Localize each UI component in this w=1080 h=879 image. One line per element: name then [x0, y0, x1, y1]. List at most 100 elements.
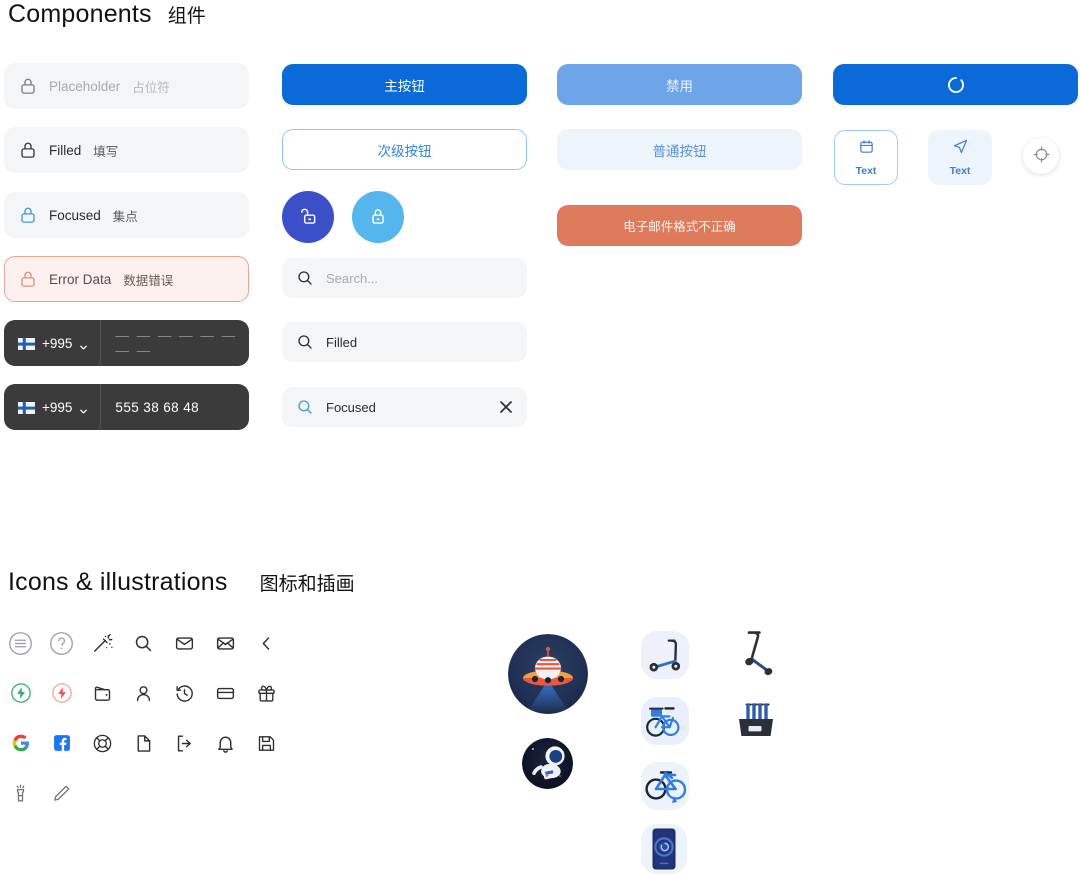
text-field-label-zh: 数据错误	[123, 273, 174, 288]
google-icon[interactable]	[0, 725, 41, 761]
search-field-focused[interactable]: Focused	[282, 387, 527, 427]
tile-button-send[interactable]: Text	[928, 130, 992, 185]
close-icon[interactable]	[499, 400, 513, 414]
finland-flag-icon	[18, 337, 35, 350]
lock-icon	[19, 77, 37, 95]
scooter-dock-illustration	[733, 700, 779, 740]
ufo-illustration	[508, 634, 588, 714]
primary-button[interactable]: 主按钮	[282, 64, 527, 105]
facebook-icon[interactable]	[41, 725, 82, 761]
icon-row	[0, 625, 287, 661]
wallet-icon[interactable]	[82, 675, 123, 711]
error-button[interactable]: 电子邮件格式不正确	[557, 205, 802, 246]
save-icon[interactable]	[246, 725, 287, 761]
text-field-error[interactable]: Error Data 数据错误	[4, 256, 249, 302]
phone-app-illustration	[641, 824, 687, 874]
bell-icon[interactable]	[205, 725, 246, 761]
search-icon	[296, 398, 314, 416]
text-field-label-zh: 集点	[112, 209, 138, 224]
magic-wand-icon[interactable]	[82, 625, 123, 661]
astronaut-illustration	[522, 738, 573, 789]
logout-icon[interactable]	[164, 725, 205, 761]
pencil-icon[interactable]	[41, 775, 82, 811]
components-section-title: Components 组件	[8, 0, 206, 29]
icons-section-title: Icons & illustrations 图标和插画	[8, 568, 355, 597]
country-code-value: +995	[42, 335, 73, 351]
history-icon[interactable]	[164, 675, 205, 711]
search-icon	[296, 333, 314, 351]
lock-icon	[19, 141, 37, 159]
calendar-icon	[858, 138, 875, 160]
text-field-label-zh: 填写	[93, 144, 119, 159]
phone-field-empty[interactable]: +995 — — — — — — — —	[4, 320, 249, 366]
search-field-filled[interactable]: Filled	[282, 322, 527, 362]
country-code-value: +995	[42, 399, 73, 415]
lock-icon	[368, 206, 388, 229]
search-icon[interactable]	[123, 625, 164, 661]
text-field-label-en: Error Data	[49, 271, 112, 287]
plain-button[interactable]: 普通按钮	[557, 129, 802, 170]
tile-button-label: Text	[949, 165, 971, 177]
search-field-placeholder[interactable]: Search...	[282, 258, 527, 298]
text-field-placeholder[interactable]: Placeholder 占位符	[4, 63, 249, 109]
document-icon[interactable]	[123, 725, 164, 761]
text-field-focused[interactable]: Focused 集点	[4, 192, 249, 238]
tile-button-calendar[interactable]: Text	[834, 130, 898, 185]
phone-field-filled[interactable]: +995 555 38 68 48	[4, 384, 249, 430]
scooter-tilted-illustration	[733, 628, 781, 684]
icon-row	[0, 725, 287, 761]
search-icon	[296, 269, 314, 287]
crosshair-icon	[1032, 145, 1051, 167]
lifebuoy-icon[interactable]	[82, 725, 123, 761]
loading-spinner-icon	[946, 75, 966, 95]
scooter-tile-illustration	[641, 631, 689, 679]
finland-flag-icon	[18, 401, 35, 414]
chevron-down-icon	[79, 403, 88, 414]
text-field-label-zh: 占位符	[132, 80, 170, 95]
card-icon[interactable]	[205, 675, 246, 711]
gift-icon[interactable]	[246, 675, 287, 711]
icons-title-zh: 图标和插画	[259, 574, 355, 595]
bicycle-tile-illustration	[641, 697, 689, 745]
chevron-left-icon[interactable]	[246, 625, 287, 661]
user-icon[interactable]	[123, 675, 164, 711]
chevron-down-icon	[79, 339, 88, 350]
text-field-label-en: Focused	[49, 207, 101, 223]
help-circle-icon[interactable]	[41, 625, 82, 661]
secondary-button[interactable]: 次级按钮	[282, 129, 527, 170]
lock-icon	[19, 206, 37, 224]
components-title-zh: 组件	[167, 6, 206, 27]
disabled-button[interactable]: 禁用	[557, 64, 802, 105]
text-field-label-en: Filled	[49, 142, 82, 158]
search-field-value: Search...	[326, 270, 379, 286]
country-code-selector[interactable]: +995	[4, 320, 102, 366]
menu-circle-icon[interactable]	[0, 625, 41, 661]
country-code-selector[interactable]: +995	[4, 384, 102, 430]
icon-row	[0, 775, 287, 811]
crosshair-fab-button[interactable]	[1023, 138, 1059, 174]
page-root: Components 组件 Placeholder 占位符 Filled 填写 …	[0, 0, 1080, 879]
lock-circle-button[interactable]	[352, 191, 404, 243]
send-icon	[952, 138, 969, 160]
icon-row	[0, 675, 287, 711]
unlock-circle-button[interactable]	[282, 191, 334, 243]
flashlight-icon[interactable]	[0, 775, 41, 811]
bicycle-blue-illustration	[641, 762, 689, 810]
bolt-circle-green-icon[interactable]	[0, 675, 41, 711]
search-field-value: Focused	[326, 399, 376, 415]
unlock-icon	[298, 206, 318, 229]
text-field-label-en: Placeholder	[49, 78, 121, 94]
search-field-value: Filled	[326, 334, 358, 350]
tile-button-label: Text	[855, 165, 877, 177]
icon-grid	[0, 625, 287, 825]
icons-title-en: Icons & illustrations	[8, 568, 228, 596]
mail-open-icon[interactable]	[205, 625, 246, 661]
loading-button[interactable]	[833, 64, 1078, 105]
lock-icon	[19, 270, 37, 288]
bolt-circle-red-icon[interactable]	[41, 675, 82, 711]
components-title-en: Components	[8, 0, 152, 28]
text-field-filled[interactable]: Filled 填写	[4, 127, 249, 173]
mail-closed-icon[interactable]	[164, 625, 205, 661]
phone-number-value: 555 38 68 48	[115, 399, 200, 415]
phone-number-value: — — — — — — — —	[115, 328, 238, 358]
